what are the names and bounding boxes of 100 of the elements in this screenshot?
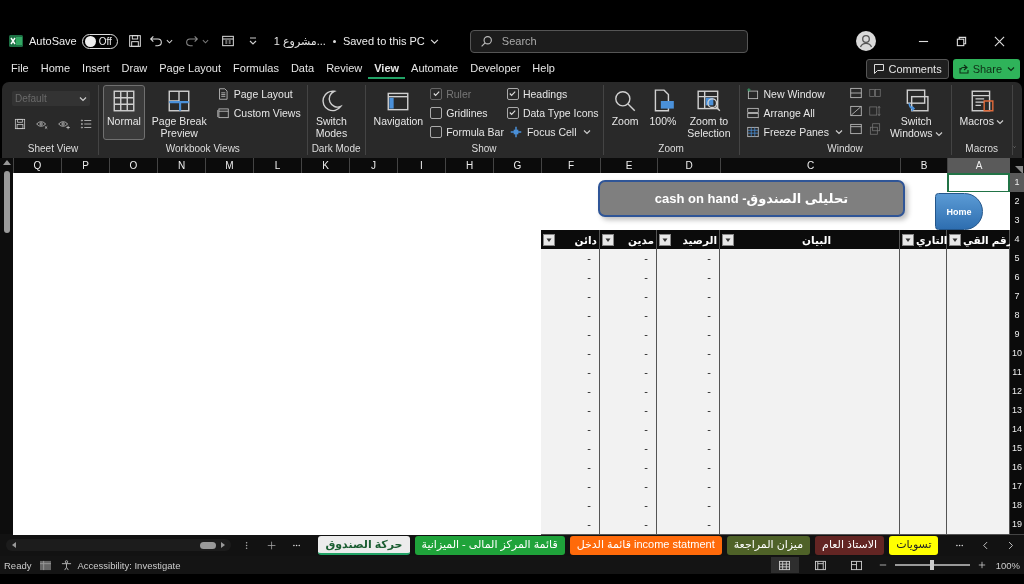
menu-tab[interactable]: Help	[526, 59, 561, 79]
row-header[interactable]: 19	[1010, 515, 1024, 535]
share-button[interactable]: Share	[952, 59, 1020, 79]
menu-tab[interactable]: Developer	[464, 59, 527, 79]
save-status[interactable]: Saved to this PC	[342, 35, 425, 47]
menu-tab[interactable]: Draw	[115, 59, 154, 79]
ribbon-button[interactable]: 100%	[645, 85, 681, 140]
ribbon-button[interactable]: Switch Windows	[885, 85, 947, 142]
sheet-statistics-icon[interactable]	[39, 559, 53, 571]
row-header[interactable]: 15	[1010, 439, 1024, 459]
checkbox[interactable]	[430, 125, 443, 138]
ribbon-button[interactable]: Navigation	[369, 85, 428, 140]
row-header[interactable]: 6	[1010, 268, 1024, 288]
form-icon[interactable]	[219, 33, 236, 49]
row-header[interactable]: 16	[1010, 458, 1024, 478]
scroll-right-icon[interactable]	[218, 541, 227, 549]
filter-button[interactable]	[722, 234, 734, 246]
filter-button[interactable]	[543, 234, 555, 246]
checkbox-option[interactable]: Headings	[506, 85, 599, 102]
horizontal-scrollbar[interactable]	[6, 539, 231, 551]
group-label: Sheet View	[26, 143, 80, 155]
home-button[interactable]: Home	[935, 193, 983, 230]
row-header[interactable]: 13	[1010, 401, 1024, 421]
comments-button[interactable]: Comments	[866, 59, 949, 79]
ribbon-button[interactable]: Normal	[103, 85, 145, 140]
checkbox-option[interactable]: Gridlines	[430, 104, 504, 121]
row-header[interactable]: 17	[1010, 477, 1024, 497]
menu-tab[interactable]: Page Layout	[153, 59, 228, 79]
menu-tab[interactable]: Home	[34, 59, 77, 79]
table-cell: -	[541, 401, 600, 421]
zoom-out-icon[interactable]	[878, 561, 887, 569]
menu-tab[interactable]: Formulas	[227, 59, 285, 79]
row-header[interactable]: 1	[1010, 173, 1024, 193]
menu-tab[interactable]: Insert	[76, 59, 116, 79]
table-cell: -	[541, 287, 600, 307]
checkbox[interactable]	[506, 87, 519, 100]
window-list-icon	[215, 105, 230, 120]
row-header[interactable]: 18	[1010, 496, 1024, 516]
caret-icon[interactable]	[165, 37, 173, 45]
scroll-left-icon[interactable]	[10, 541, 18, 549]
close-icon[interactable]	[994, 35, 1005, 47]
restore-icon[interactable]	[956, 35, 967, 47]
table-cell	[900, 249, 947, 269]
checkbox-option[interactable]: Data Type Icons	[506, 104, 599, 121]
menu-tab[interactable]: Automate	[405, 59, 465, 79]
ribbon-button[interactable]: Custom Views	[213, 104, 303, 121]
ribbon-button[interactable]: Switch Modes	[311, 85, 352, 142]
scrollbar-thumb[interactable]	[199, 541, 216, 549]
dropdown-arrow-icon	[661, 236, 669, 244]
row-header[interactable]: 10	[1010, 344, 1024, 364]
row-header[interactable]: 4	[1010, 230, 1024, 250]
sheet-tab[interactable]: الاستاذ العام	[815, 535, 885, 555]
row-header[interactable]: 9	[1010, 325, 1024, 345]
avatar-icon[interactable]	[856, 31, 876, 51]
zoom-level[interactable]: 100%	[995, 559, 1020, 571]
accessibility-button[interactable]: Accessibility: Investigate	[60, 559, 181, 571]
chevron-left-icon[interactable]	[980, 539, 990, 551]
ribbon-button[interactable]: Macros	[955, 85, 1008, 140]
selected-cell[interactable]	[947, 173, 1010, 193]
checkbox[interactable]	[506, 106, 519, 119]
sheet-tab[interactable]: تسويات	[889, 535, 939, 555]
row-header[interactable]: 8	[1010, 306, 1024, 326]
menu-tab[interactable]: Review	[320, 59, 369, 79]
zoom-in-icon[interactable]	[977, 561, 986, 569]
filter-button[interactable]	[659, 234, 671, 246]
row-header[interactable]: 3	[1010, 211, 1024, 231]
ribbon-button[interactable]: New Window	[743, 85, 845, 102]
ribbon-button[interactable]: Page Layout	[213, 85, 303, 102]
ribbon-button[interactable]: Focus Cell	[506, 123, 599, 140]
row-header[interactable]: 11	[1010, 363, 1024, 383]
row-header[interactable]: 2	[1010, 192, 1024, 212]
row-header[interactable]: 7	[1010, 287, 1024, 307]
chevron-down-icon[interactable]	[429, 36, 439, 46]
row-header[interactable]: 5	[1010, 249, 1024, 269]
filter-button[interactable]	[949, 234, 961, 246]
ribbon-button[interactable]: Freeze Panes	[743, 123, 845, 140]
checkbox-option[interactable]: Formula Bar	[430, 123, 504, 140]
slider-thumb[interactable]	[930, 560, 935, 570]
sheet-tab[interactable]: ميزان المراجعة	[726, 535, 811, 555]
vertical-scrollbar[interactable]	[0, 158, 13, 534]
plus-icon[interactable]	[267, 539, 277, 551]
redo-icon[interactable]	[183, 33, 200, 49]
menu-tab[interactable]: File	[5, 59, 35, 79]
ribbon-button[interactable]: Zoom	[607, 85, 643, 140]
ribbon-button[interactable]: Page Break Preview	[147, 85, 211, 142]
sheet-tab[interactable]: حركة الصندوق	[318, 535, 410, 555]
menu-tab[interactable]: View	[368, 59, 406, 79]
checkbox[interactable]	[430, 106, 443, 119]
row-header[interactable]: 14	[1010, 420, 1024, 440]
menu-tab[interactable]: Data	[284, 59, 321, 79]
view-button[interactable]	[770, 557, 799, 573]
save-icon[interactable]	[126, 33, 143, 49]
document-title[interactable]: مشروع 1...	[273, 34, 326, 48]
ribbon-button[interactable]: Arrange All	[743, 104, 845, 121]
ribbon-button[interactable]: Zoom to Selection	[683, 85, 735, 142]
search-field[interactable]: Search	[469, 29, 748, 53]
filter-button[interactable]	[602, 234, 614, 246]
filter-button[interactable]	[902, 234, 914, 246]
row-header[interactable]: 12	[1010, 382, 1024, 402]
undo-icon[interactable]	[147, 33, 164, 49]
